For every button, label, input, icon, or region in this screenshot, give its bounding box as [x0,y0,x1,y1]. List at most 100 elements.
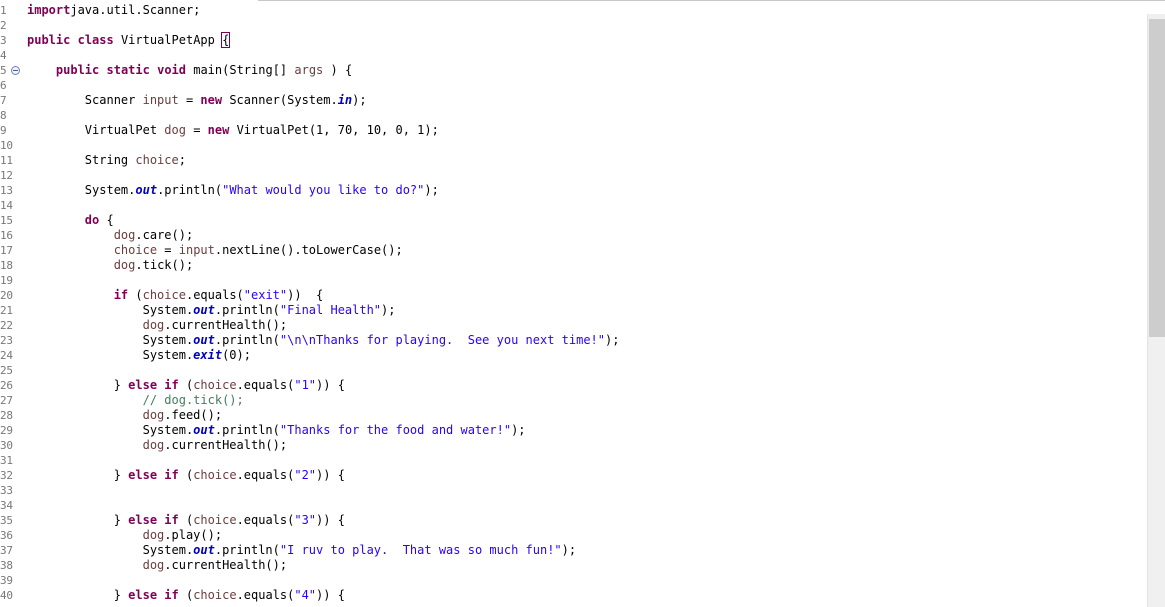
code-token: System. [27,333,194,347]
code-token: ); [511,423,526,437]
code-token: else [128,468,158,482]
code-token: = [178,93,201,107]
code-token: } [27,378,129,392]
code-token: choice [193,588,237,602]
code-text: importjava.util.Scanner; [27,3,200,18]
code-token: .equals( [185,288,244,302]
code-token: else [128,513,158,527]
code-token: Scanner(System. [222,93,338,107]
code-text: // dog.tick(); [27,393,244,408]
code-token: choice [135,153,179,167]
line-number: 40 [0,589,13,602]
code-token: "I ruv to play. That was so much fun!" [279,543,562,557]
code-token: System. [27,423,194,437]
code-text: System.exit(0); [27,348,251,363]
code-token: "exit" [243,288,288,302]
code-token: System. [27,183,136,197]
line-number: 26 [0,379,13,392]
code-token: out [193,543,215,557]
code-token: } [27,468,129,482]
code-token: main(String[] [186,63,295,77]
line-number: 37 [0,544,13,557]
code-token: .equals( [236,378,295,392]
code-token: ); [424,183,439,197]
code-token: input [178,243,215,257]
code-token: = [157,243,179,257]
code-token: dog [142,408,165,422]
code-text: System.out.println("\n\nThanks for playi… [27,333,620,348]
code-token: dog [113,228,136,242]
code-editor[interactable]: 1 importjava.util.Scanner; 2 3 public class … [0,0,1165,607]
code-token: dog [142,558,165,572]
code-token: .println( [214,333,280,347]
code-token: } [27,513,129,527]
line-number: 34 [0,499,13,512]
code-token: ( [178,468,194,482]
code-token: VirtualPet [27,123,165,137]
code-text: System.out.println("Final Health"); [27,303,396,318]
line-number: 13 [0,184,13,197]
code-token: else [128,378,158,392]
line-number: 3 [0,34,7,47]
code-text: dog.tick(); [27,258,193,273]
code-token: .equals( [236,513,295,527]
code-token: ( [128,288,143,302]
line-number: 2 [0,19,7,32]
line-number: 39 [0,574,13,587]
code-token: .tick(); [135,258,194,272]
code-token: "Final Health" [279,303,382,317]
code-token: .println( [214,303,280,317]
scrollbar-thumb[interactable] [1149,19,1165,337]
code-text: String choice; [27,153,186,168]
line-number: 12 [0,169,13,182]
vertical-scrollbar[interactable] [1147,14,1165,607]
code-token: exit [193,348,223,362]
collapse-minus-icon[interactable] [11,66,20,75]
code-token: System. [27,303,194,317]
code-token: new [207,123,230,137]
code-token: choice [193,378,237,392]
code-token: "Thanks for the food and water!" [279,423,512,437]
code-token: .care(); [135,228,194,242]
code-token: System. [27,348,194,362]
code-token: ); [561,543,577,557]
code-token: java.util.Scanner; [70,3,201,17]
code-token: VirtualPet(1, 70, 10, 0, 1); [229,123,439,137]
code-token: "2" [294,468,317,482]
line-number: 10 [0,139,13,152]
code-token: (0); [222,348,251,362]
code-token: )) { [316,378,345,392]
code-token: .println( [214,423,280,437]
code-token: choice [113,243,158,257]
code-token: void [157,63,186,77]
code-token: dog [164,123,186,137]
line-number: 35 [0,514,13,527]
line-number: 18 [0,259,13,272]
code-token: input [142,93,179,107]
code-token: choice [193,468,237,482]
line-number: 38 [0,559,13,572]
code-token: if [164,378,179,392]
line-number: 33 [0,484,13,497]
code-token: out [193,303,215,317]
code-token: import [27,3,71,17]
line-number: 36 [0,529,13,542]
code-token: "What would you like to do?" [222,183,425,197]
code-token: .println( [157,183,223,197]
code-text: choice = input.nextLine().toLowerCase(); [27,243,403,258]
code-token: ( [178,378,194,392]
code-token: out [193,333,215,347]
line-number: 27 [0,394,13,407]
code-token: dog [142,438,165,452]
code-text: dog.feed(); [27,408,222,423]
code-token: choice [142,288,186,302]
code-token: do [84,213,100,227]
